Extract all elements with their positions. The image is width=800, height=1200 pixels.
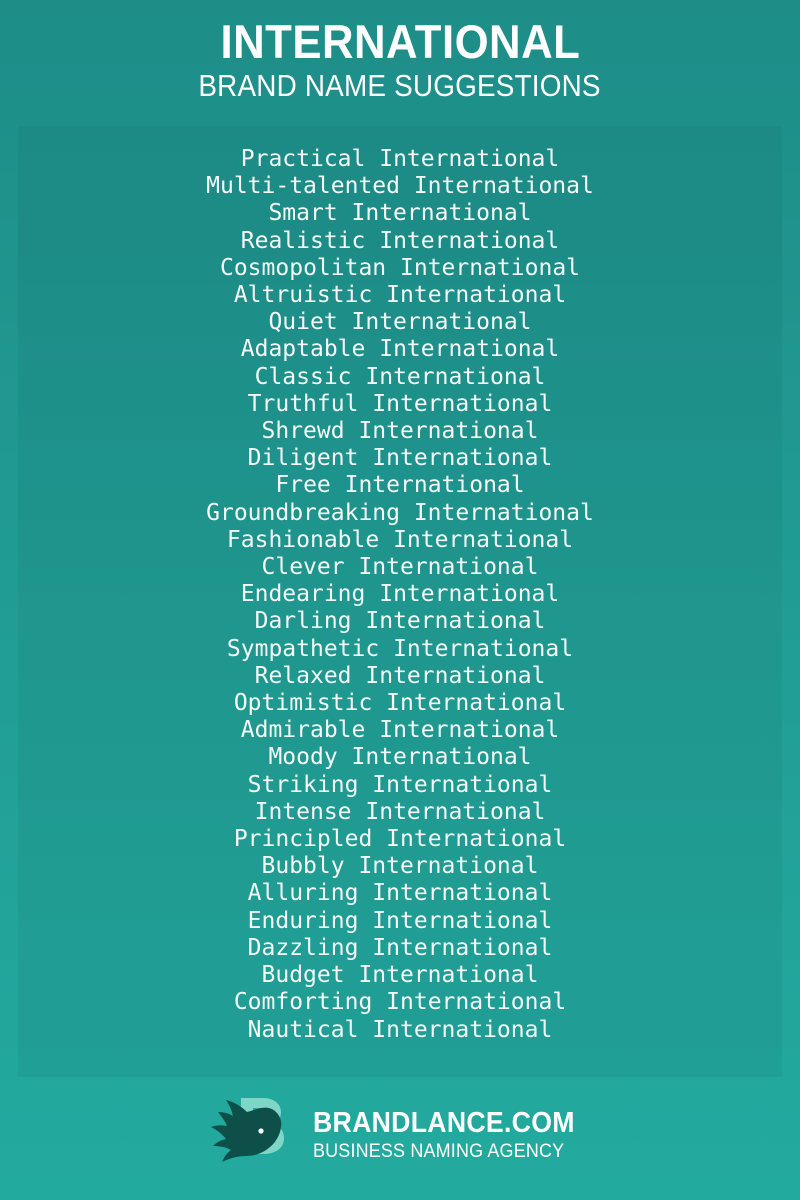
list-item: Adaptable International (240, 336, 560, 363)
list-item: Relaxed International (254, 662, 546, 689)
page-title: INTERNATIONAL (220, 15, 580, 68)
list-item: Darling International (254, 608, 546, 635)
brand-name: BRANDLANCE.COM (312, 1107, 575, 1140)
suggestions-panel: Practical International Multi-talented In… (18, 126, 782, 1077)
list-item: Budget International (261, 962, 539, 989)
list-item: Free International (275, 472, 525, 499)
poster: INTERNATIONAL BRAND NAME SUGGESTIONS Pra… (0, 0, 800, 1200)
list-item: Sympathetic International (226, 635, 574, 662)
page-subtitle: BRAND NAME SUGGESTIONS (198, 67, 602, 103)
list-item: Shrewd International (261, 418, 539, 445)
brand-name-list: Practical International Multi-talented In… (18, 146, 782, 1044)
list-item: Fashionable International (226, 526, 574, 553)
content-panel-wrap: Practical International Multi-talented In… (0, 126, 800, 1077)
list-item: Endearing International (240, 581, 560, 608)
list-item: Admirable International (240, 717, 560, 744)
list-item: Smart International (268, 200, 532, 227)
list-item: Dazzling International (247, 934, 553, 961)
list-item: Groundbreaking International (206, 499, 594, 526)
list-item: Striking International (247, 771, 553, 798)
list-item: Quiet International (268, 309, 532, 336)
list-item: Altruistic International (233, 282, 567, 309)
list-item: Multi-talented International (206, 173, 594, 200)
list-item: Realistic International (240, 227, 560, 254)
brand-tagline: BUSINESS NAMING AGENCY (312, 1140, 565, 1163)
list-item: Nautical International (247, 1016, 553, 1043)
poster-footer: BRANDLANCE.COM BUSINESS NAMING AGENCY (0, 1077, 800, 1200)
list-item: Enduring International (247, 907, 553, 934)
list-item: Intense International (254, 798, 546, 825)
list-item: Optimistic International (233, 690, 567, 717)
list-item: Principled International (233, 826, 567, 853)
list-item: Diligent International (247, 445, 553, 472)
list-item: Moody International (268, 744, 532, 771)
list-item: Truthful International (247, 390, 553, 417)
list-item: Alluring International (247, 880, 553, 907)
list-item: Classic International (254, 363, 546, 390)
list-item: Practical International (240, 146, 560, 172)
list-item: Bubbly International (261, 853, 539, 880)
list-item: Comforting International (233, 989, 567, 1016)
logo-text-block: BRANDLANCE.COM BUSINESS NAMING AGENCY (312, 1107, 598, 1163)
poster-header: INTERNATIONAL BRAND NAME SUGGESTIONS (0, 0, 800, 126)
bird-logo-icon (203, 1090, 299, 1182)
list-item: Cosmopolitan International (219, 254, 581, 281)
list-item: Clever International (261, 554, 539, 581)
